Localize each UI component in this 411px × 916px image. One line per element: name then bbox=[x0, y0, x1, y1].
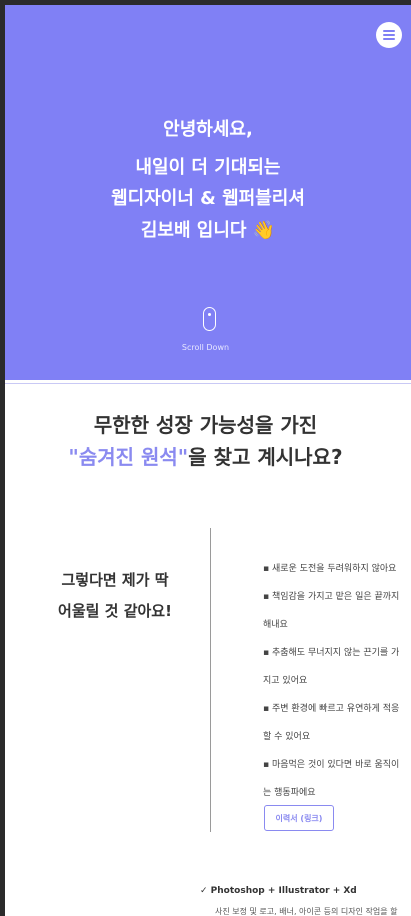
about-left-line-1: 그렇다면 제가 딱 bbox=[61, 571, 169, 589]
hero-role: 웹디자이너 & 웹퍼블리셔 bbox=[111, 188, 305, 209]
hero-section: 안녕하세요, 내일이 더 기대되는 웹디자이너 & 웹퍼블리셔 김보배 입니다 … bbox=[5, 5, 411, 380]
intro-headline-2: "숨겨진 원석"을 찾고 계시나요? bbox=[5, 442, 411, 472]
about-bullet: 할 수 있어요 bbox=[263, 732, 311, 742]
about-bullet: ▪ 책임감을 가지고 맡은 일은 끝까지 bbox=[263, 592, 400, 602]
hero-greeting: 안녕하세요, bbox=[163, 119, 253, 140]
hero-subtitle: 내일이 더 기대되는 bbox=[135, 157, 281, 178]
skill-description: 사진 보정 및 로고, 배너, 아이콘 등의 디자인 작업을 할 bbox=[215, 907, 398, 916]
about-bullet: ▪ 새로운 도전을 두려워하지 않아요 bbox=[263, 564, 397, 574]
about-bullet: 지고 있어요 bbox=[263, 676, 308, 686]
scroll-down-label: Scroll Down bbox=[181, 343, 230, 352]
page: 안녕하세요, 내일이 더 기대되는 웹디자이너 & 웹퍼블리셔 김보배 입니다 … bbox=[5, 5, 411, 916]
about-bullet: 해내요 bbox=[263, 620, 288, 630]
about-bullet: ▪ 추춤해도 무너지지 않는 끈기를 가 bbox=[263, 648, 400, 658]
about-left-line-2: 어울릴 것 같아요! bbox=[58, 602, 172, 620]
about-bullet: ▪ 주변 환경에 빠르고 유연하게 적응 bbox=[263, 704, 400, 714]
hero-name: 김보배 입니다 👋 bbox=[140, 220, 276, 241]
section-divider bbox=[5, 383, 411, 384]
vertical-divider bbox=[210, 528, 211, 832]
resume-link-button[interactable]: 이력서 (링크) bbox=[264, 805, 334, 831]
intro-headline-1: 무한한 성장 가능성을 가진 bbox=[93, 413, 318, 437]
intro-headline-2-rest: 을 찾고 계시나요? bbox=[188, 445, 343, 469]
about-bullet: ▪ 마음먹은 것이 있다면 바로 움직이 bbox=[263, 760, 400, 770]
hamburger-menu-icon[interactable] bbox=[376, 22, 402, 48]
skill-title: ✓ Photoshop + Illustrator + Xd bbox=[200, 886, 357, 896]
mouse-scroll-icon[interactable] bbox=[203, 307, 216, 331]
intro-accent-text: "숨겨진 원석" bbox=[68, 445, 189, 469]
about-bullet: 는 행동파에요 bbox=[263, 788, 316, 798]
